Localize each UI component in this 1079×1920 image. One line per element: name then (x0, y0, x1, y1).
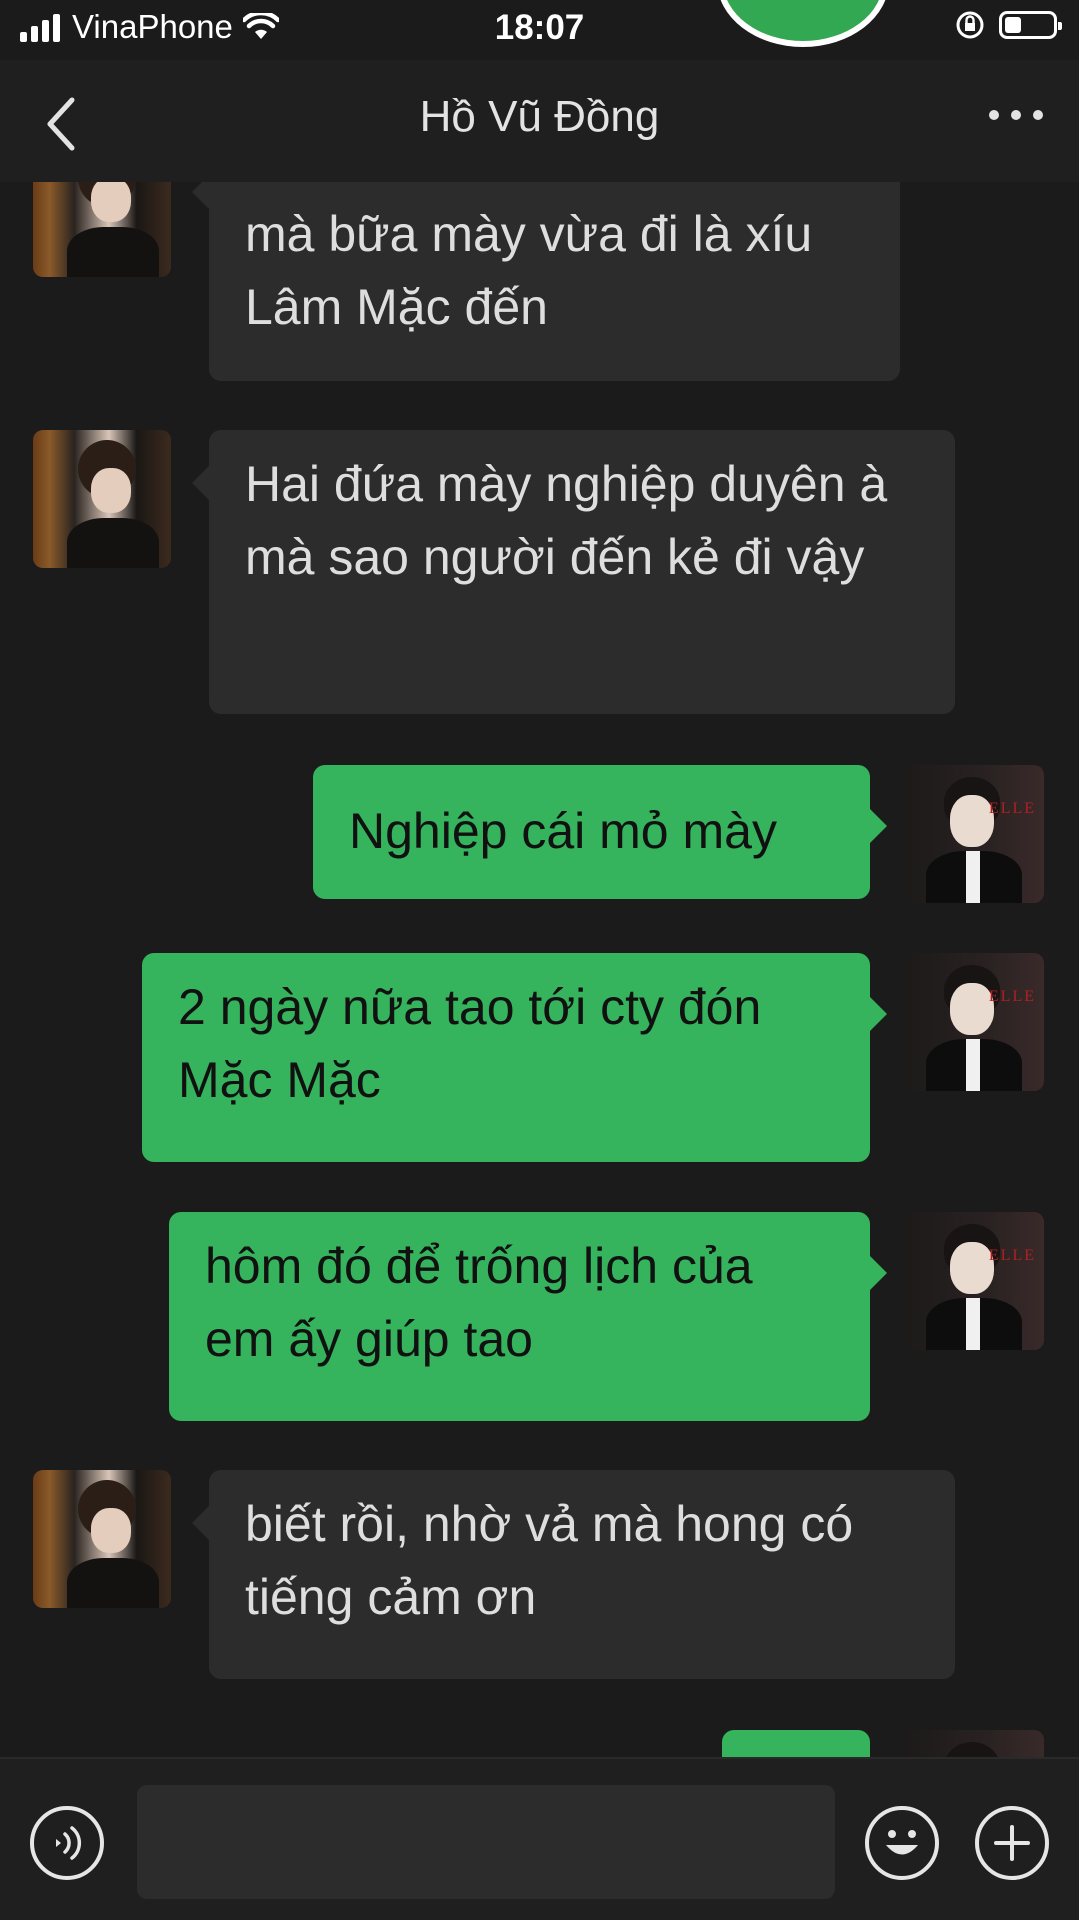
message-bubble[interactable]: biết rồi, nhờ vả mà hong có tiếng cảm ơn (192, 1470, 955, 1679)
message-bubble[interactable]: hôm đó để trống lịch của em ấy giúp tao (169, 1212, 887, 1421)
message-input[interactable] (137, 1785, 835, 1899)
message-list[interactable]: mà bữa mày vừa đi là xíu Lâm Mặc đến Hai… (0, 182, 1079, 1757)
input-bar (0, 1757, 1079, 1920)
status-bar: VinaPhone 18:07 (0, 0, 1079, 60)
avatar[interactable] (33, 182, 171, 277)
battery-icon (999, 11, 1062, 39)
emoji-icon[interactable] (865, 1806, 939, 1880)
message-bubble[interactable]: Nghiệp cái mỏ mày (313, 765, 887, 899)
chat-header: Hồ Vũ Đồng (0, 60, 1079, 182)
chat-title: Hồ Vũ Đồng (419, 92, 660, 141)
avatar[interactable] (33, 430, 171, 568)
avatar[interactable]: ELLE (906, 1730, 1044, 1757)
more-icon[interactable] (989, 110, 1043, 120)
message-bubble[interactable]: mà bữa mày vừa đi là xíu Lâm Mặc đến (192, 182, 900, 381)
avatar[interactable] (33, 1470, 171, 1608)
voice-icon[interactable] (30, 1806, 104, 1880)
message-bubble[interactable]: Hai đứa mày nghiệp duyên à mà sao người … (192, 430, 955, 714)
avatar[interactable]: ELLE (906, 765, 1044, 903)
message-bubble[interactable] (722, 1730, 870, 1757)
avatar[interactable]: ELLE (906, 1212, 1044, 1350)
message-bubble[interactable]: 2 ngày nữa tao tới cty đón Mặc Mặc (142, 953, 887, 1162)
clock: 18:07 (494, 8, 585, 47)
plus-icon[interactable] (975, 1806, 1049, 1880)
rotation-lock-icon (956, 11, 984, 39)
avatar[interactable]: ELLE (906, 953, 1044, 1091)
